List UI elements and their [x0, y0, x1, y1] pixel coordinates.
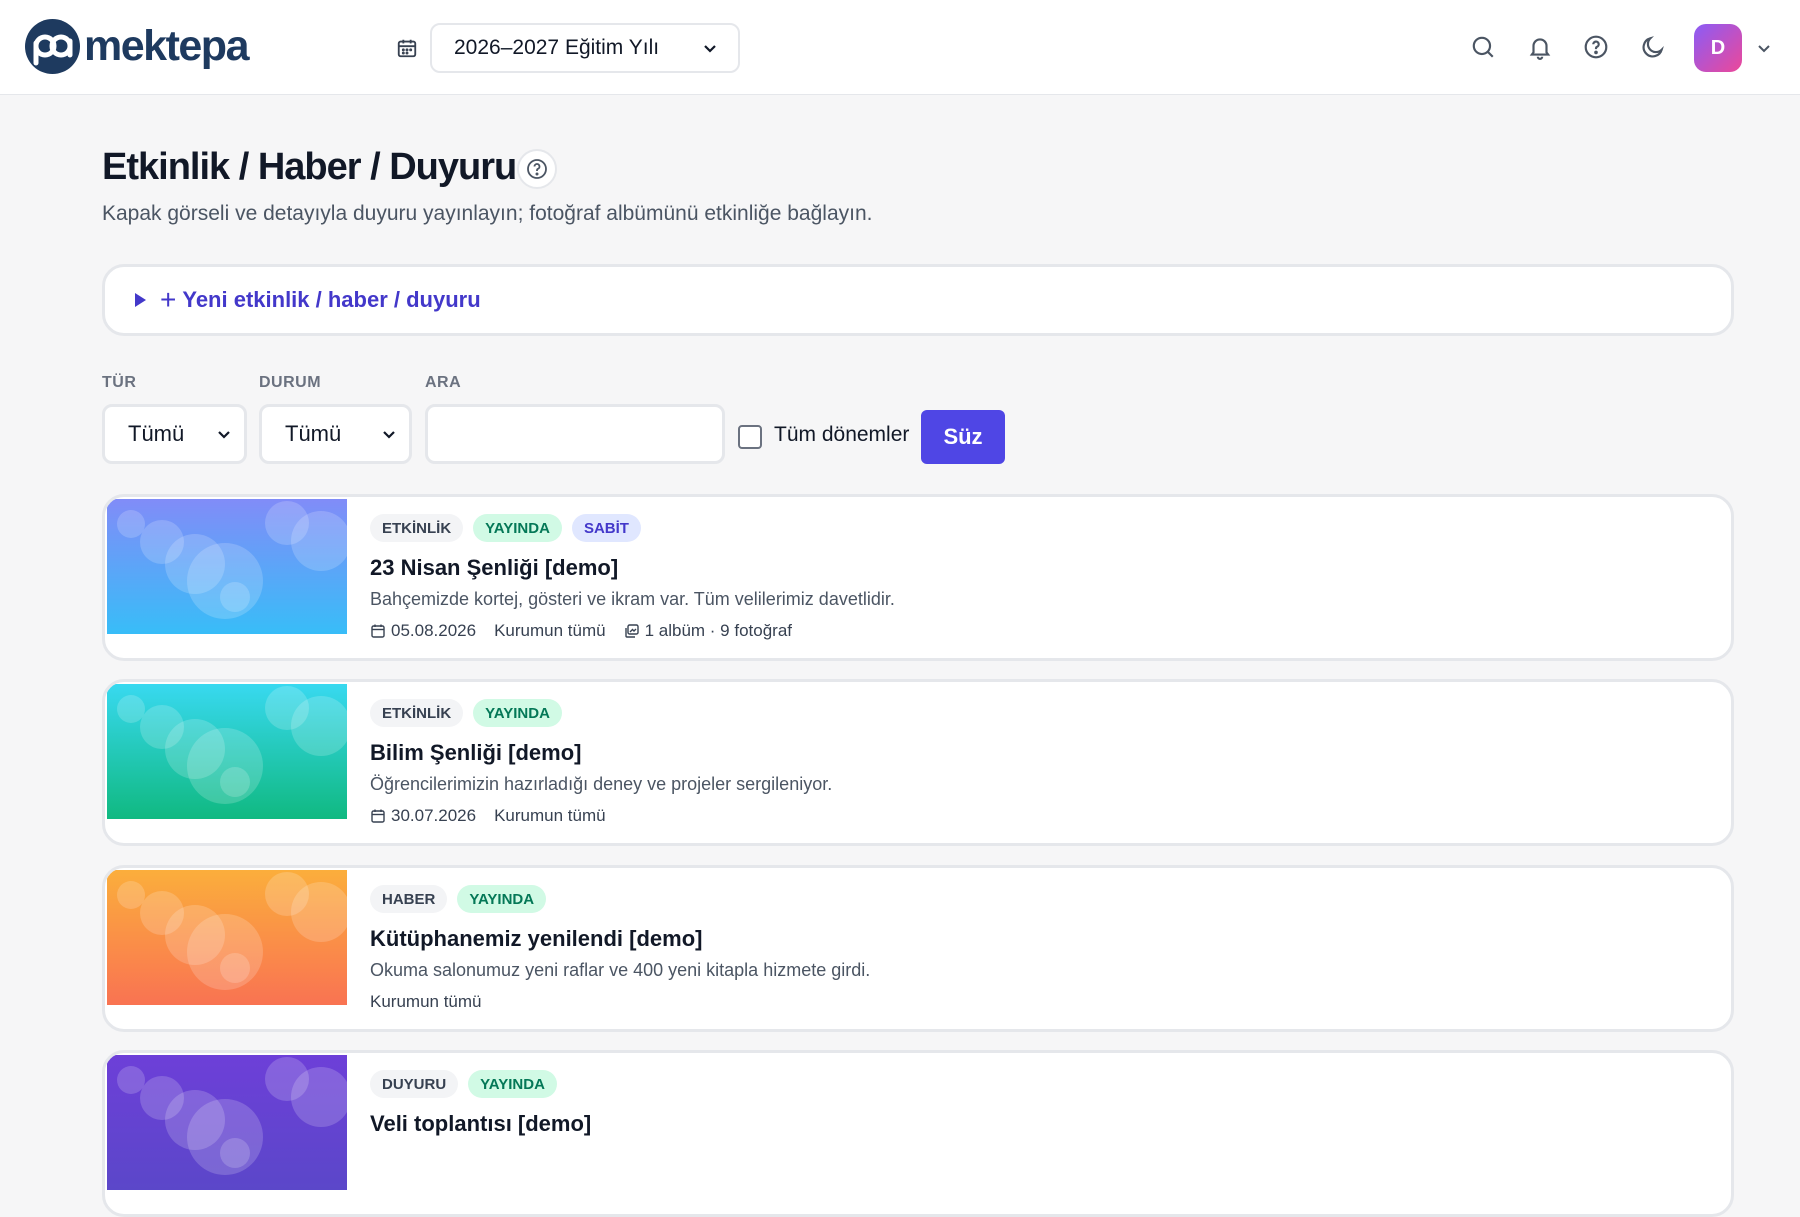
expand-triangle-icon — [135, 293, 146, 307]
user-avatar[interactable]: D — [1694, 24, 1742, 72]
academic-year-select[interactable]: 2026–2027 Eğitim Yılı — [430, 23, 740, 73]
item-description: Okuma salonumuz yeni raflar ve 400 yeni … — [370, 960, 871, 980]
item-audience: Kurumun tümü — [494, 621, 606, 640]
top-bar: mektepa 2026–2027 Eğitim Yılı D — [0, 0, 1800, 95]
academic-year-value: 2026–2027 Eğitim Yılı — [454, 36, 660, 59]
type-badge: ETKİNLİK — [370, 514, 464, 542]
status-filter-label: DURUM — [259, 374, 322, 391]
cover-image — [107, 870, 347, 1005]
status-badge: YAYINDA — [473, 514, 562, 542]
help-icon[interactable] — [1583, 34, 1609, 60]
page-subtitle: Kapak görseli ve detayıyla duyuru yayınl… — [102, 202, 873, 225]
list-item[interactable]: DUYURU YAYINDA Veli toplantısı [demo] — [102, 1050, 1734, 1217]
item-date: 30.07.2026 — [391, 806, 477, 825]
type-badge: DUYURU — [370, 1070, 459, 1098]
item-title[interactable]: 23 Nisan Şenliği [demo] — [370, 555, 618, 581]
cover-image — [107, 1055, 347, 1190]
bell-icon[interactable] — [1527, 34, 1553, 60]
item-audience: Kurumun tümü — [370, 992, 482, 1011]
chevron-down-icon[interactable] — [1756, 40, 1772, 56]
dark-mode-icon[interactable] — [1640, 34, 1666, 60]
search-input[interactable] — [425, 404, 725, 464]
item-title[interactable]: Kütüphanemiz yenilendi [demo] — [370, 926, 702, 952]
pinned-badge: SABİT — [571, 514, 641, 542]
status-filter-value: Tümü — [285, 421, 342, 446]
chevron-down-icon — [383, 431, 395, 439]
calendar-icon — [397, 39, 417, 58]
item-description: Bahçemizde kortej, gösteri ve ikram var.… — [370, 589, 895, 609]
filter-submit-button[interactable]: Süz — [921, 410, 1005, 464]
status-filter-select[interactable]: Tümü — [259, 404, 412, 464]
item-description: Öğrencilerimizin hazırladığı deney ve pr… — [370, 774, 833, 794]
all-periods-checkbox[interactable] — [738, 425, 762, 449]
status-badge: YAYINDA — [473, 699, 562, 727]
new-item-label: Yeni etkinlik / haber / duyuru — [182, 287, 481, 312]
item-audience: Kurumun tümü — [494, 806, 606, 825]
page-title: Etkinlik / Haber / Duyuru — [102, 146, 517, 188]
new-item-toggle[interactable]: + Yeni etkinlik / haber / duyuru — [102, 264, 1734, 336]
item-title[interactable]: Bilim Şenliği [demo] — [370, 740, 581, 766]
list-item[interactable]: ETKİNLİK YAYINDA SABİT 23 Nisan Şenliği … — [102, 494, 1734, 661]
status-badge: YAYINDA — [457, 885, 547, 913]
type-filter-label: TÜR — [102, 374, 137, 391]
logo-text: mektepa — [84, 22, 249, 70]
calendar-icon — [371, 624, 385, 638]
all-periods-label[interactable]: Tüm dönemler — [774, 423, 909, 447]
cover-image — [107, 684, 347, 819]
plus-icon: + — [160, 284, 177, 315]
chevron-down-icon — [704, 45, 716, 53]
help-icon — [527, 159, 547, 179]
chevron-down-icon — [218, 431, 230, 439]
search-label: ARA — [425, 374, 462, 391]
list-item[interactable]: HABER YAYINDA Kütüphanemiz yenilendi [de… — [102, 865, 1734, 1032]
list-item[interactable]: ETKİNLİK YAYINDA Bilim Şenliği [demo] Öğ… — [102, 679, 1734, 846]
page-help-button[interactable] — [517, 149, 557, 189]
status-badge: YAYINDA — [468, 1070, 557, 1098]
logo[interactable]: mektepa — [25, 19, 249, 74]
type-badge: ETKİNLİK — [370, 699, 464, 727]
calendar-icon — [371, 809, 385, 823]
type-badge: HABER — [370, 885, 448, 913]
item-album-info[interactable]: 1 albüm · 9 fotoğraf — [645, 621, 792, 641]
search-icon[interactable] — [1470, 34, 1496, 60]
photo-album-icon — [624, 624, 639, 638]
logo-mark-icon — [25, 19, 80, 74]
item-title[interactable]: Veli toplantısı [demo] — [370, 1111, 591, 1137]
cover-image — [107, 499, 347, 634]
item-date: 05.08.2026 — [391, 621, 477, 640]
type-filter-value: Tümü — [128, 421, 185, 446]
type-filter-select[interactable]: Tümü — [102, 404, 247, 464]
